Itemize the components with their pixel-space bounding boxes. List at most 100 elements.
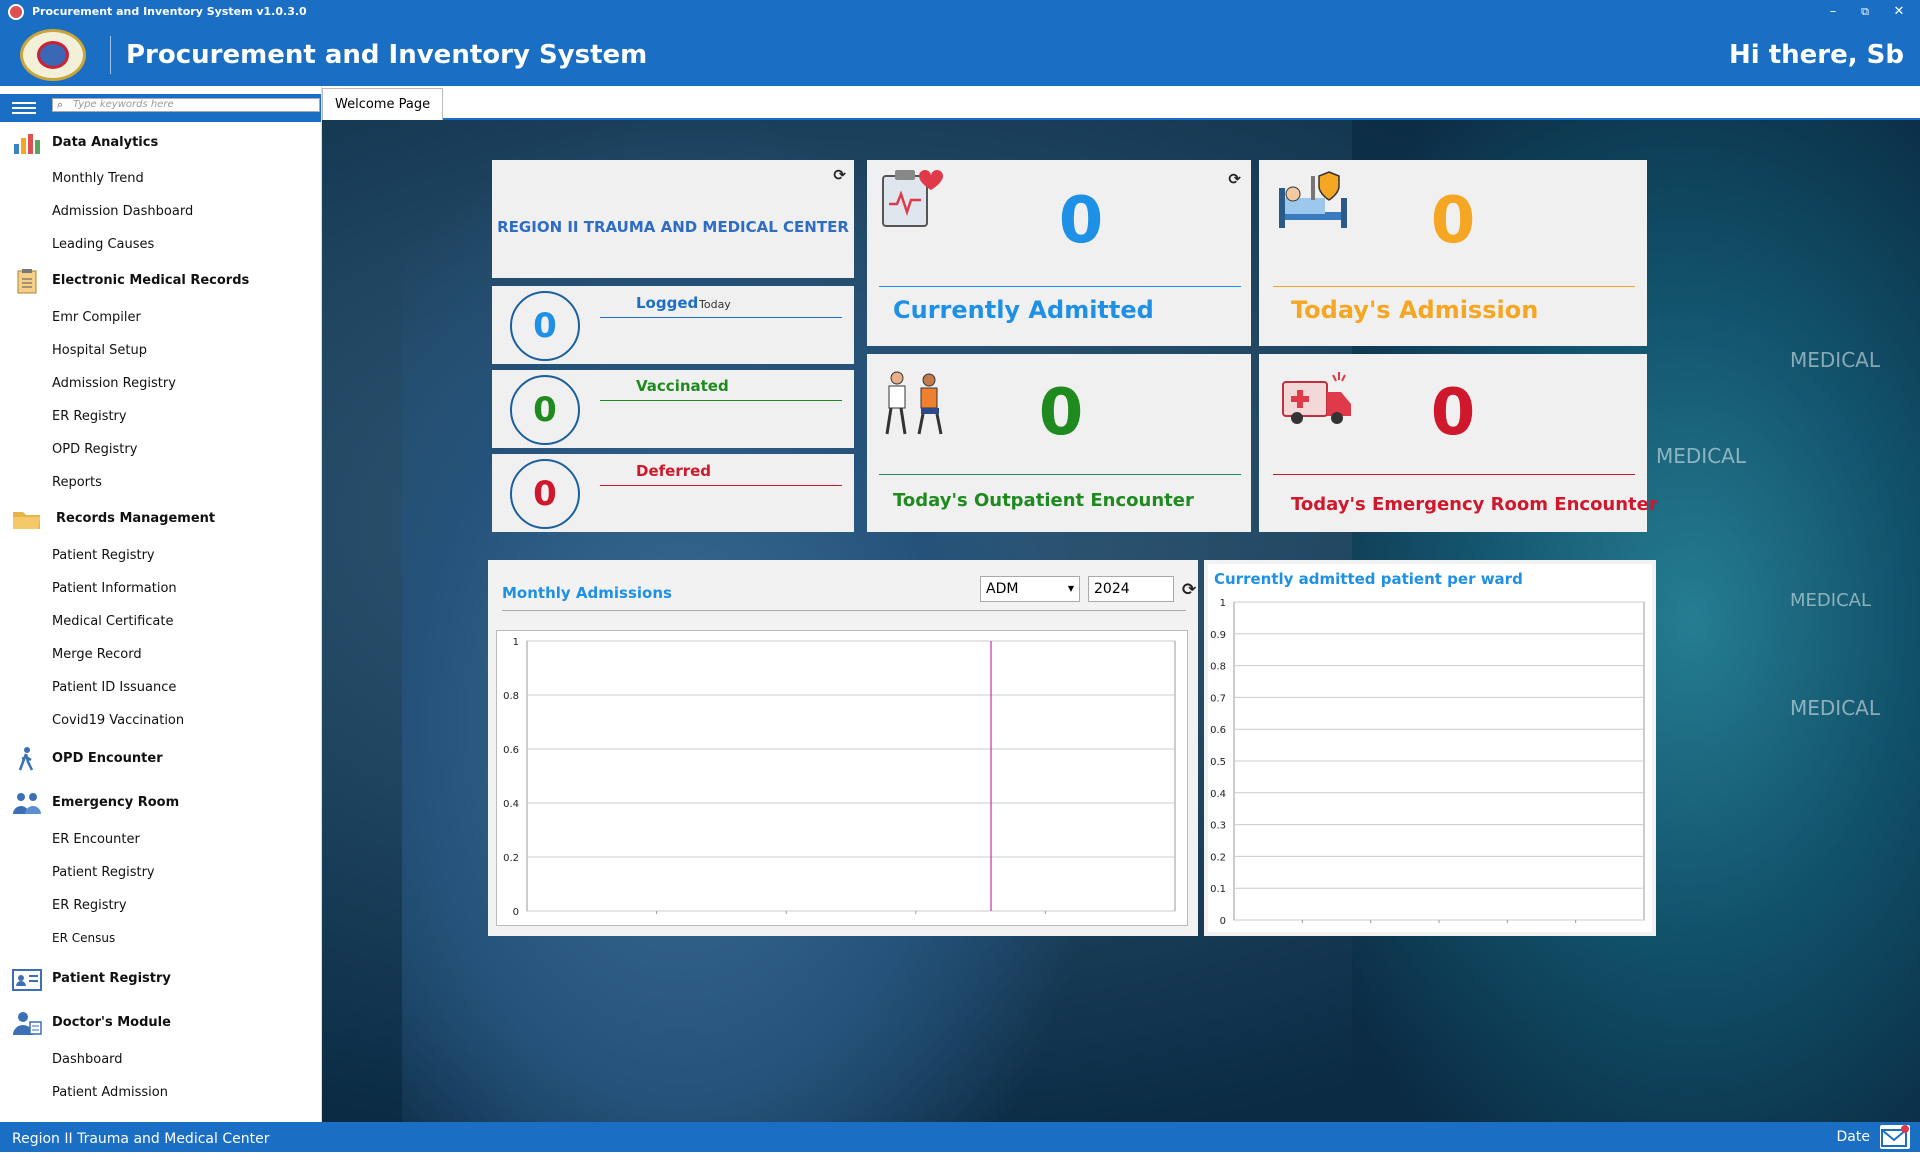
er-encounter-card: 0 Today's Emergency Room Encounter bbox=[1259, 354, 1658, 532]
bar-chart-icon bbox=[14, 134, 40, 154]
sidebar-section-label: Data Analytics bbox=[52, 135, 159, 150]
y-tick-label: 0.6 bbox=[1210, 725, 1226, 736]
sidebar-item-hospital-setup[interactable]: Hospital Setup bbox=[52, 343, 147, 358]
refresh-icon[interactable]: ⟳ bbox=[1182, 580, 1196, 600]
er-encounter-count: 0 bbox=[1430, 376, 1476, 450]
minimize-button[interactable]: – bbox=[1818, 2, 1848, 22]
currently-admitted-card: ⟳ 0 Currently Admitted bbox=[867, 160, 1251, 346]
ambulance-icon bbox=[1282, 372, 1351, 424]
todays-admission-card: 0 Today's Admission bbox=[1259, 160, 1647, 346]
y-tick-label: 0.2 bbox=[503, 853, 519, 864]
tab-welcome-page[interactable]: Welcome Page bbox=[322, 88, 444, 120]
sidebar-item-er-encounter[interactable]: ER Encounter bbox=[52, 832, 140, 847]
sidebar-item-admission-dashboard[interactable]: Admission Dashboard bbox=[52, 204, 193, 219]
vaccinated-panel: 0 Vaccinated bbox=[492, 370, 854, 448]
sidebar-item-merge-record[interactable]: Merge Record bbox=[52, 647, 142, 662]
sidebar-item-patient-information[interactable]: Patient Information bbox=[52, 581, 177, 596]
sidebar-item-medical-certificate[interactable]: Medical Certificate bbox=[52, 614, 173, 629]
sidebar-item-emr-compiler[interactable]: Emr Compiler bbox=[52, 310, 141, 325]
walking-person-icon bbox=[18, 747, 34, 771]
monthly-admissions-title: Monthly Admissions bbox=[502, 584, 672, 602]
bg-text-medical-3: MEDICAL bbox=[1790, 590, 1871, 611]
sidebar-item-monthly-trend[interactable]: Monthly Trend bbox=[52, 171, 144, 186]
logged-count: 0 bbox=[510, 291, 580, 361]
hospital-bed-icon bbox=[1279, 171, 1347, 228]
y-tick-label: 0.6 bbox=[503, 745, 519, 756]
admission-type-select[interactable]: ADM ▼ bbox=[980, 576, 1080, 602]
mail-icon[interactable] bbox=[1880, 1125, 1910, 1149]
clipboard-heart-icon bbox=[882, 170, 943, 227]
y-tick-label: 0.8 bbox=[503, 691, 519, 702]
admission-type-value: ADM bbox=[986, 581, 1019, 597]
logged-sub: Today bbox=[699, 298, 731, 311]
y-tick-label: 0.3 bbox=[1210, 821, 1226, 832]
sidebar-item-er-registry-2[interactable]: ER Registry bbox=[52, 898, 127, 913]
close-button[interactable]: ✕ bbox=[1884, 2, 1914, 22]
logged-label: Logged bbox=[636, 294, 699, 312]
er-underline bbox=[1273, 474, 1635, 475]
sidebar-item-er-registry[interactable]: ER Registry bbox=[52, 409, 127, 424]
sidebar-item-opd-registry[interactable]: OPD Registry bbox=[52, 442, 137, 457]
tab-strip: Welcome Page bbox=[322, 86, 1920, 120]
opd-underline bbox=[879, 474, 1241, 475]
sidebar-item-leading-causes[interactable]: Leading Causes bbox=[52, 237, 154, 252]
monthly-divider bbox=[502, 610, 1186, 611]
monthly-admissions-chart: 1 0.8 0.6 0.4 0.2 0 bbox=[503, 637, 1176, 918]
clipboard-icon bbox=[17, 269, 37, 294]
logged-underline bbox=[600, 317, 842, 318]
sidebar-item-admission-registry[interactable]: Admission Registry bbox=[52, 376, 176, 391]
footer-org-name: Region II Trauma and Medical Center bbox=[12, 1131, 270, 1147]
y-tick-label: 0.4 bbox=[503, 799, 519, 810]
sidebar-section-label: Emergency Room bbox=[52, 795, 180, 810]
app-icon bbox=[8, 4, 24, 20]
hospital-name-panel: ⟳ REGION II TRAUMA AND MEDICAL CENTER bbox=[492, 160, 854, 278]
admission-underline bbox=[1273, 286, 1635, 287]
vaccinated-count: 0 bbox=[510, 375, 580, 445]
chevron-down-icon: ▼ bbox=[1067, 584, 1074, 593]
doctor-consultation-icon bbox=[885, 371, 943, 435]
window-titlebar: Procurement and Inventory System v1.0.3.… bbox=[0, 0, 1920, 24]
folder-icon bbox=[13, 512, 40, 529]
footer-date-label: Date bbox=[1836, 1129, 1870, 1145]
sidebar-item-patient-admission[interactable]: Patient Admission bbox=[52, 1085, 168, 1100]
y-tick-label: 1 bbox=[513, 637, 519, 648]
bg-text-medical-2: MEDICAL bbox=[1656, 444, 1746, 468]
header-divider bbox=[110, 36, 111, 74]
refresh-icon[interactable]: ⟳ bbox=[1228, 170, 1241, 188]
sidebar-item-er-census[interactable]: ER Census bbox=[52, 931, 115, 945]
refresh-icon[interactable]: ⟳ bbox=[833, 166, 846, 184]
search-input[interactable]: ⌕ Type keywords here bbox=[52, 98, 320, 112]
hospital-logo bbox=[20, 29, 86, 81]
sidebar-item-covid19-vaccination[interactable]: Covid19 Vaccination bbox=[52, 713, 184, 728]
sidebar-item-reports[interactable]: Reports bbox=[52, 475, 102, 490]
y-tick-label: 0 bbox=[513, 907, 519, 918]
app-title: Procurement and Inventory System bbox=[126, 40, 648, 70]
sidebar-item-dashboard[interactable]: Dashboard bbox=[52, 1052, 123, 1067]
y-tick-label: 0 bbox=[1220, 916, 1226, 927]
sidebar-item-patient-id-issuance[interactable]: Patient ID Issuance bbox=[52, 680, 176, 695]
admitted-underline bbox=[879, 286, 1241, 287]
outpatient-encounter-count: 0 bbox=[1038, 376, 1084, 450]
year-input[interactable]: 2024 bbox=[1088, 576, 1174, 602]
sidebar-item-er-patient-registry[interactable]: Patient Registry bbox=[52, 865, 155, 880]
deferred-underline bbox=[600, 485, 842, 486]
todays-admission-count: 0 bbox=[1430, 184, 1476, 258]
sidebar-section-label: Records Management bbox=[56, 511, 216, 526]
todays-admission-label: Today's Admission bbox=[1291, 296, 1539, 324]
currently-admitted-label: Currently Admitted bbox=[893, 296, 1154, 324]
sidebar-section-label: Patient Registry bbox=[52, 971, 171, 986]
vaccinated-label: Vaccinated bbox=[636, 377, 729, 395]
sidebar: ⌕ Type keywords here Data Analytics Mont… bbox=[0, 86, 322, 1122]
search-icon: ⌕ bbox=[57, 98, 64, 111]
sidebar-item-patient-registry[interactable]: Patient Registry bbox=[52, 548, 155, 563]
vaccinated-underline bbox=[600, 400, 842, 401]
y-tick-label: 0.2 bbox=[1210, 852, 1226, 863]
deferred-label: Deferred bbox=[636, 462, 712, 480]
y-tick-label: 0.7 bbox=[1210, 693, 1226, 704]
ward-chart-panel: Currently admitted patient per ward 1 0.9… bbox=[1204, 560, 1656, 936]
hamburger-menu-icon[interactable] bbox=[12, 102, 36, 114]
restore-button[interactable]: ⧉ bbox=[1850, 2, 1880, 22]
status-bar: Region II Trauma and Medical Center Date bbox=[0, 1122, 1920, 1152]
bg-text-medical-4: MEDICAL bbox=[1790, 696, 1880, 720]
er-encounter-label: Today's Emergency Room Encounter bbox=[1291, 494, 1658, 515]
